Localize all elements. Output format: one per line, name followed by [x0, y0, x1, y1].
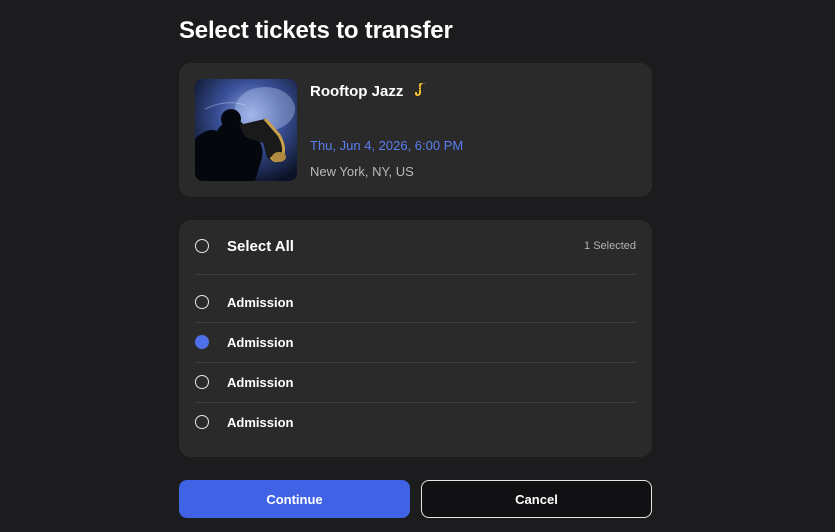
page-title: Select tickets to transfer	[179, 17, 453, 44]
ticket-list: Admission Admission Admission Admission	[195, 283, 636, 442]
ticket-radio[interactable]	[195, 375, 209, 389]
cancel-button[interactable]: Cancel	[421, 480, 652, 518]
event-name-text: Rooftop Jazz	[310, 83, 404, 100]
saxophone-icon	[412, 82, 428, 102]
select-all-radio[interactable]	[195, 239, 209, 253]
ticket-label: Admission	[227, 335, 294, 350]
event-location: New York, NY, US	[310, 164, 414, 179]
continue-button[interactable]: Continue	[179, 480, 410, 518]
ticket-label: Admission	[227, 295, 294, 310]
selected-count: 1 Selected	[584, 240, 636, 252]
ticket-label: Admission	[227, 415, 294, 430]
event-image	[195, 79, 297, 181]
ticket-radio[interactable]	[195, 415, 209, 429]
transfer-tickets-page: Select tickets to transfer Rooftop Jazz …	[0, 0, 835, 532]
ticket-label: Admission	[227, 375, 294, 390]
ticket-row[interactable]: Admission	[195, 323, 636, 363]
ticket-row[interactable]: Admission	[195, 403, 636, 442]
event-card: Rooftop Jazz Thu, Jun 4, 2026, 6:00 PM N…	[179, 63, 652, 197]
select-all-row[interactable]: Select All 1 Selected	[195, 220, 636, 275]
ticket-row[interactable]: Admission	[195, 363, 636, 403]
select-all-label: Select All	[227, 238, 294, 255]
event-name: Rooftop Jazz	[310, 82, 428, 102]
event-date: Thu, Jun 4, 2026, 6:00 PM	[310, 138, 464, 153]
ticket-radio[interactable]	[195, 295, 209, 309]
ticket-radio[interactable]	[195, 335, 209, 349]
tickets-card: Select All 1 Selected Admission Admissio…	[179, 220, 652, 457]
ticket-row[interactable]: Admission	[195, 283, 636, 323]
